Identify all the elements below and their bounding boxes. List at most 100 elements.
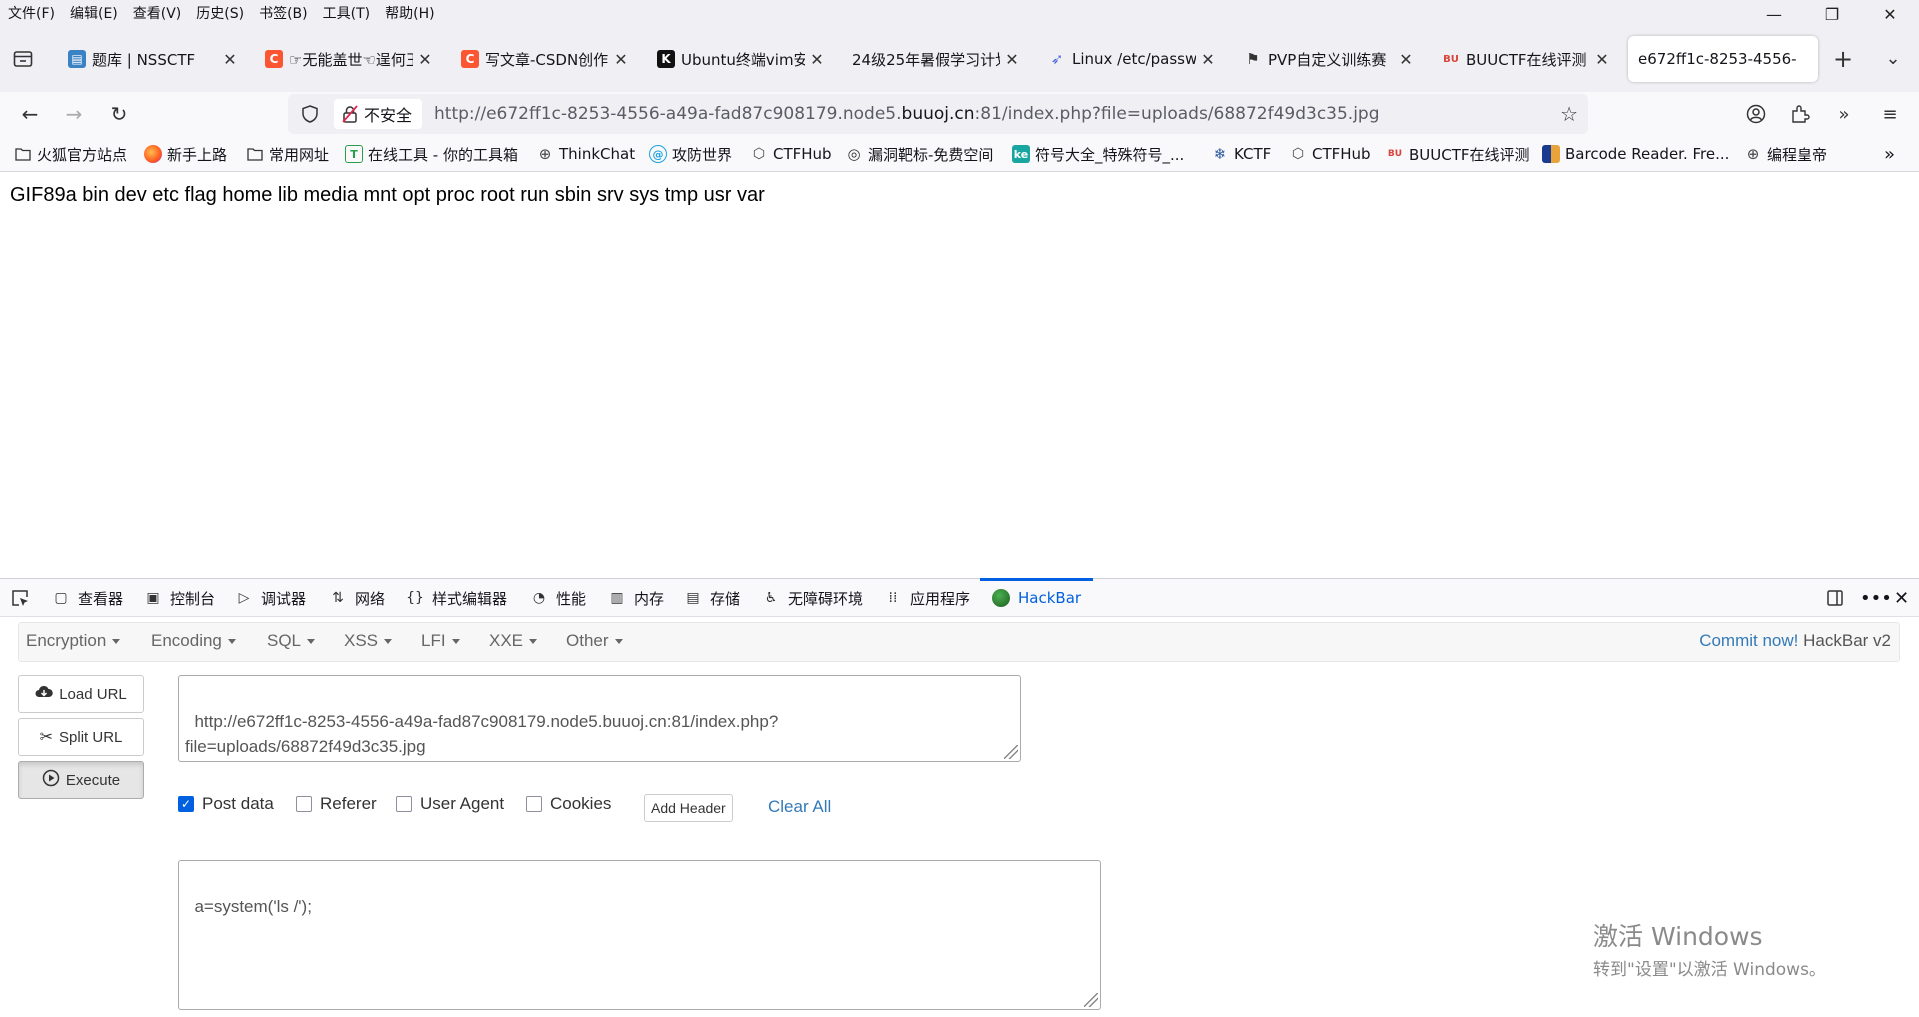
menu-file[interactable]: 文件(F) [8,3,55,23]
new-tab-button[interactable]: + [1830,46,1856,72]
devtools-tab-accessibility[interactable]: ♿ 无障碍环境 [762,587,863,609]
navigation-bar: ← → ↻ 不安全 http://e672ff1c-8253-4556-a49a… [0,92,1919,136]
url-bar[interactable]: 不安全 http://e672ff1c-8253-4556-a49a-fad87… [288,94,1588,134]
tab-nssctf[interactable]: ▤ 题库 | NSSCTF ✕ [68,36,238,82]
button-label: Load URL [59,685,127,703]
menu-edit[interactable]: 编辑(E) [70,3,118,23]
bookmarks-overflow-button[interactable]: » [1884,144,1895,165]
cookies-checkbox[interactable]: Cookies [526,794,611,814]
devtools-tab-inspector[interactable]: ▢ 查看器 [52,587,123,609]
tab-close-icon[interactable]: ✕ [1398,50,1414,69]
post-data-textarea[interactable]: a=system('ls /'); [178,860,1101,1010]
extensions-button[interactable] [1786,100,1814,128]
tab-ubuntu-vim[interactable]: K Ubuntu终端vim安 ✕ [657,36,825,82]
hackbar-menu-lfi[interactable]: LFI [421,631,460,651]
tab-linux-passwd[interactable]: ➶ Linux /etc/passwd ✕ [1048,36,1216,82]
devtools-tab-application[interactable]: ⁞⁞ 应用程序 [884,587,970,609]
tab-study-plan[interactable]: 24级25年暑假学习计划 ✕ [852,36,1020,82]
url-textarea[interactable]: http://e672ff1c-8253-4556-a49a-fad87c908… [178,675,1021,762]
user-agent-checkbox[interactable]: User Agent [396,794,504,814]
back-button[interactable]: ← [16,100,44,128]
hackbar-menu-encryption[interactable]: Encryption [26,631,121,651]
overflow-menu-button[interactable]: » [1830,100,1858,128]
tab-close-icon[interactable]: ✕ [613,50,629,69]
tab-pvp[interactable]: ⚑ PVP自定义训练赛 ✕ [1244,36,1414,82]
devtools-tab-network[interactable]: ⇅ 网络 [329,587,385,609]
bookmark-item[interactable]: 火狐官方站点 [14,144,127,164]
tab-close-icon[interactable]: ✕ [417,50,433,69]
load-url-button[interactable]: Load URL [18,675,144,713]
dock-toggle-button[interactable] [1826,587,1844,609]
bookmark-item[interactable]: ⬡ CTFHub [750,144,832,164]
element-picker-button[interactable] [10,587,30,609]
clear-all-link[interactable]: Clear All [768,797,831,817]
execute-button[interactable]: Execute [18,761,144,799]
devtools-tab-console[interactable]: ▣ 控制台 [144,587,215,609]
close-window-button[interactable]: ✕ [1861,0,1919,28]
referer-checkbox[interactable]: Referer [296,794,377,814]
connection-not-secure[interactable]: 不安全 [334,99,423,129]
tab-buuctf[interactable]: BU BUUCTF在线评测 ✕ [1442,36,1610,82]
hackbar-menu-xss[interactable]: XSS [344,631,393,651]
tab-close-icon[interactable]: ✕ [1004,50,1020,69]
snowflake-icon: ❄ [1213,145,1227,163]
devtools-tab-memory[interactable]: ▥ 内存 [608,587,664,609]
bookmark-item[interactable]: ⬡ CTFHub [1289,144,1371,164]
devtools-tab-style-editor[interactable]: {} 样式编辑器 [406,587,507,609]
bookmark-item[interactable]: ◎ 漏洞靶标-免费空间 [845,144,993,164]
commit-now-link[interactable]: Commit now! [1699,631,1798,650]
menu-history[interactable]: 历史(S) [196,3,244,23]
tab-close-icon[interactable]: ✕ [809,50,825,69]
menu-view[interactable]: 查看(V) [133,3,182,23]
devtools-close-button[interactable]: ✕ [1894,587,1909,609]
add-header-button[interactable]: Add Header [644,794,733,822]
hackbar-menu-sql[interactable]: SQL [267,631,316,651]
devtools-tab-storage[interactable]: ▤ 存储 [684,587,740,609]
menu-bookmarks[interactable]: 书签(B) [259,3,308,23]
tab-close-icon[interactable]: ✕ [1200,50,1216,69]
bookmark-item[interactable]: ⊕ 编程皇帝 [1744,144,1827,164]
bookmark-item[interactable]: @ 攻防世界 [649,144,732,164]
bookmark-item[interactable]: ke 符号大全_特殊符号_... [1012,144,1184,164]
minimize-button[interactable]: — [1745,0,1803,28]
tracking-shield-icon[interactable] [296,105,324,123]
bookmark-item[interactable]: ❄ KCTF [1211,144,1272,164]
inspector-icon: ▢ [54,590,68,606]
hackbar-menu-other[interactable]: Other [566,631,623,651]
tab-csdn-blog[interactable]: C ☞无能盖世☜逞何王 ✕ [265,36,433,82]
resize-grip-icon[interactable] [1084,993,1098,1007]
restore-button[interactable]: ❐ [1803,0,1861,28]
bookmark-item[interactable]: BU BUUCTF在线评测 [1386,144,1530,164]
bookmark-item[interactable]: Barcode Reader. Fre... [1542,144,1729,164]
bookmark-item[interactable]: 新手上路 [144,144,227,164]
reload-button[interactable]: ↻ [105,100,133,128]
hackbar-menu-xxe[interactable]: XXE [489,631,538,651]
app-menu-button[interactable]: ≡ [1876,100,1904,128]
split-url-button[interactable]: ✂ Split URL [18,718,144,756]
devtools-more-button[interactable]: ••• [1860,587,1892,609]
folder-icon [246,145,264,163]
account-button[interactable] [1742,100,1770,128]
bookmark-item[interactable]: 常用网址 [246,144,329,164]
devtools-tab-hackbar[interactable]: HackBar [979,578,1094,609]
tab-active-challenge[interactable]: e672ff1c-8253-4556- [1628,36,1818,82]
url-text[interactable]: http://e672ff1c-8253-4556-a49a-fad87c908… [434,104,1380,124]
menu-help[interactable]: 帮助(H) [385,3,434,23]
bookmark-item[interactable]: ⊕ ThinkChat [536,144,635,164]
resize-grip-icon[interactable] [1004,745,1018,759]
post-data-checkbox[interactable]: ✓ Post data [178,794,274,814]
devtools-tab-label: 存储 [710,589,741,608]
list-all-tabs-button[interactable]: ⌄ [1880,46,1906,72]
bookmarks-toolbar: 火狐官方站点 新手上路 常用网址 T 在线工具 - 你的工具箱 ⊕ ThinkCha… [0,136,1919,172]
bookmark-star-icon[interactable]: ☆ [1560,102,1578,126]
tab-csdn-write[interactable]: C 写文章-CSDN创作 ✕ [461,36,629,82]
hackbar-menu-encoding[interactable]: Encoding [151,631,236,651]
bookmark-item[interactable]: T 在线工具 - 你的工具箱 [345,144,518,164]
tab-close-icon[interactable]: ✕ [1594,50,1610,69]
menu-tools[interactable]: 工具(T) [323,3,370,23]
devtools-tab-debugger[interactable]: ▷ 调试器 [235,587,306,609]
devtools-tab-performance[interactable]: ◔ 性能 [530,587,586,609]
forward-button[interactable]: → [60,100,88,128]
tab-close-icon[interactable]: ✕ [222,50,238,69]
firefox-view-button[interactable] [10,46,36,72]
